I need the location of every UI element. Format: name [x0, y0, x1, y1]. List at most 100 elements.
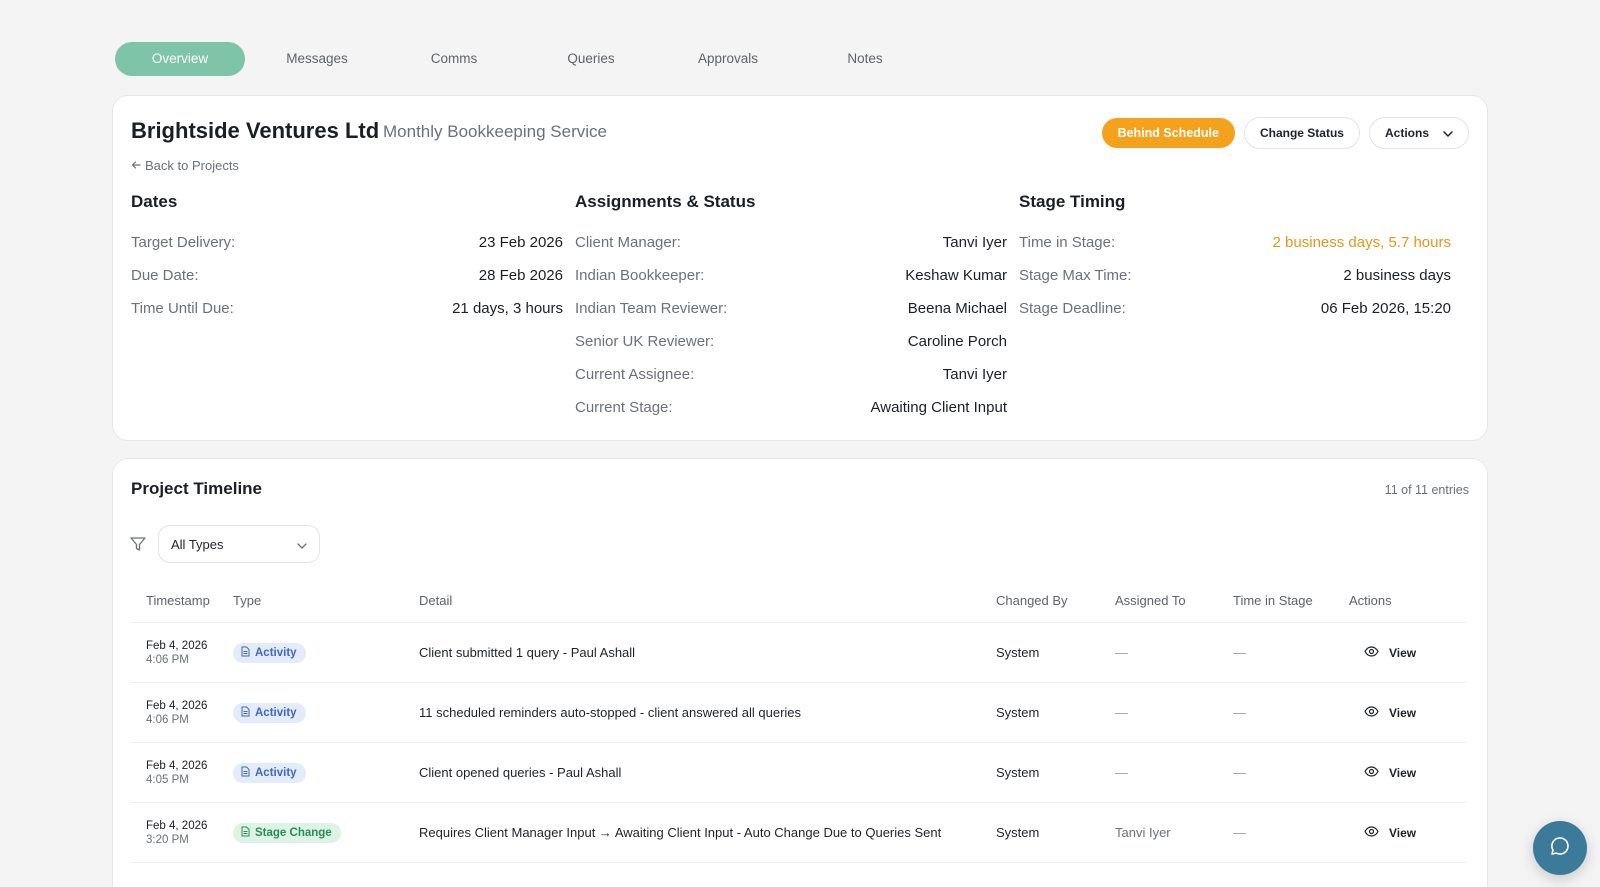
actions-cell: View: [1349, 825, 1449, 840]
row-label: Client Manager:: [575, 234, 681, 251]
chat-bubble-icon: [1549, 835, 1571, 862]
row-label: Stage Max Time:: [1019, 267, 1132, 284]
row-label: Time in Stage:: [1019, 234, 1116, 251]
detail-row: Due Date: 28 Feb 2026: [131, 267, 563, 300]
actions-label: Actions: [1384, 126, 1429, 140]
timestamp-cell: Feb 4, 2026 4:05 PM: [131, 760, 233, 786]
entries-count: 11 of 11 entries: [1384, 483, 1469, 497]
row-value: 21 days, 3 hours: [452, 300, 563, 317]
type-filter-select[interactable]: All Types: [158, 525, 320, 563]
row-value: Caroline Porch: [907, 333, 1007, 350]
row-label: Indian Bookkeeper:: [575, 267, 705, 284]
type-label: Stage Change: [255, 826, 332, 839]
detail-cell: Client submitted 1 query - Paul Ashall: [419, 645, 636, 660]
timestamp-date: Feb 4, 2026: [146, 699, 208, 712]
project-timeline-card: Project Timeline 11 of 11 entries All Ty…: [112, 458, 1488, 887]
view-label: View: [1389, 706, 1417, 720]
assignments-title: Assignments & Status: [575, 192, 756, 211]
row-value: 06 Feb 2026, 15:20: [1320, 300, 1451, 317]
row-label: Time Until Due:: [131, 300, 234, 317]
row-value: 23 Feb 2026: [478, 234, 563, 251]
row-label: Stage Deadline:: [1019, 300, 1126, 317]
time-in-stage-cell: —: [1233, 765, 1246, 780]
type-cell: Activity: [233, 642, 419, 663]
eye-icon: [1364, 706, 1379, 720]
type-label: Activity: [255, 766, 297, 779]
assigned-to-cell: —: [1115, 765, 1128, 780]
assigned-to-cell: —: [1115, 705, 1128, 720]
type-badge: Activity: [233, 762, 306, 783]
back-to-projects-link[interactable]: Back to Projects: [131, 158, 239, 173]
changed-by-cell: System: [996, 825, 1040, 840]
tab-approvals[interactable]: Approvals: [663, 42, 793, 76]
tab-messages[interactable]: Messages: [245, 42, 389, 76]
document-icon: [241, 766, 250, 780]
project-title: Brightside Ventures Ltd: [131, 118, 380, 143]
col-type: Type: [233, 593, 262, 608]
type-badge: Stage Change: [233, 822, 341, 843]
stage-timing-title: Stage Timing: [1019, 192, 1126, 211]
row-value: Beena Michael: [907, 300, 1007, 317]
type-badge: Activity: [233, 702, 306, 723]
back-link-label: Back to Projects: [145, 158, 239, 173]
detail-row: Indian Bookkeeper: Keshaw Kumar: [575, 267, 1007, 300]
detail-row: Time Until Due: 21 days, 3 hours: [131, 300, 563, 333]
detail-row: Time in Stage: 2 business days, 5.7 hours: [1019, 234, 1451, 267]
time-in-stage-cell: —: [1233, 705, 1246, 720]
document-icon: [241, 706, 250, 720]
filter-value: All Types: [171, 536, 224, 552]
tab-notes[interactable]: Notes: [793, 42, 937, 76]
type-label: Activity: [255, 706, 297, 719]
actions-dropdown-button[interactable]: Actions: [1368, 117, 1469, 149]
stage-timing-section: Stage Timing Time in Stage: 2 business da…: [1019, 192, 1451, 333]
eye-icon: [1364, 646, 1379, 660]
tab-overview[interactable]: Overview: [115, 42, 245, 76]
row-value: 2 business days, 5.7 hours: [1272, 234, 1451, 251]
dates-section: Dates Target Delivery: 23 Feb 2026 Due Da…: [131, 192, 563, 333]
table-row: Feb 4, 2026 4:06 PM Activity 11 schedule…: [131, 683, 1467, 743]
detail-row: Client Manager: Tanvi Iyer: [575, 234, 1007, 267]
changed-by-cell: System: [996, 765, 1040, 780]
row-label: Target Delivery:: [131, 234, 236, 251]
filter-icon: [129, 535, 147, 553]
timestamp-date: Feb 4, 2026: [146, 759, 208, 772]
view-button[interactable]: View: [1349, 706, 1416, 720]
timestamp-time: 4:05 PM: [146, 773, 189, 786]
tab-queries[interactable]: Queries: [519, 42, 663, 76]
timestamp-date: Feb 4, 2026: [146, 819, 208, 832]
timestamp-time: 3:20 PM: [146, 833, 189, 846]
row-value: 2 business days: [1343, 267, 1451, 284]
detail-row: Current Stage: Awaiting Client Input: [575, 399, 1007, 432]
detail-row: Senior UK Reviewer: Caroline Porch: [575, 333, 1007, 366]
type-badge: Activity: [233, 642, 306, 663]
view-button[interactable]: View: [1349, 826, 1416, 840]
project-service: Monthly Bookkeeping Service: [383, 122, 607, 141]
detail-row: Stage Deadline: 06 Feb 2026, 15:20: [1019, 300, 1451, 333]
assigned-to-cell: Tanvi Iyer: [1115, 825, 1171, 840]
chevron-down-icon: [1443, 118, 1453, 148]
timestamp-cell: Feb 4, 2026 4:06 PM: [131, 700, 233, 726]
change-status-button[interactable]: Change Status: [1243, 117, 1360, 149]
changed-by-cell: System: [996, 705, 1040, 720]
table-row: Feb 4, 2026 4:05 PM Activity Client open…: [131, 743, 1467, 803]
table-header: Timestamp Type Detail Changed By Assigne…: [131, 579, 1467, 623]
project-overview-card: Brightside Ventures Ltd Monthly Bookkeep…: [112, 95, 1488, 441]
chat-button[interactable]: [1533, 821, 1587, 875]
row-value: Tanvi Iyer: [942, 234, 1007, 251]
col-detail: Detail: [419, 593, 453, 608]
actions-cell: View: [1349, 645, 1449, 660]
col-actions: Actions: [1349, 593, 1392, 608]
detail-row: Indian Team Reviewer: Beena Michael: [575, 300, 1007, 333]
type-cell: Stage Change: [233, 822, 419, 843]
view-button[interactable]: View: [1349, 646, 1416, 660]
timestamp-cell: Feb 4, 2026 4:06 PM: [131, 640, 233, 666]
actions-cell: View: [1349, 705, 1449, 720]
row-label: Indian Team Reviewer:: [575, 300, 728, 317]
detail-cell: Client opened queries - Paul Ashall: [419, 765, 622, 780]
document-icon: [241, 646, 250, 660]
actions-cell: View: [1349, 765, 1449, 780]
eye-icon: [1364, 766, 1379, 780]
view-button[interactable]: View: [1349, 766, 1416, 780]
row-label: Current Assignee:: [575, 366, 695, 383]
tab-comms[interactable]: Comms: [389, 42, 519, 76]
